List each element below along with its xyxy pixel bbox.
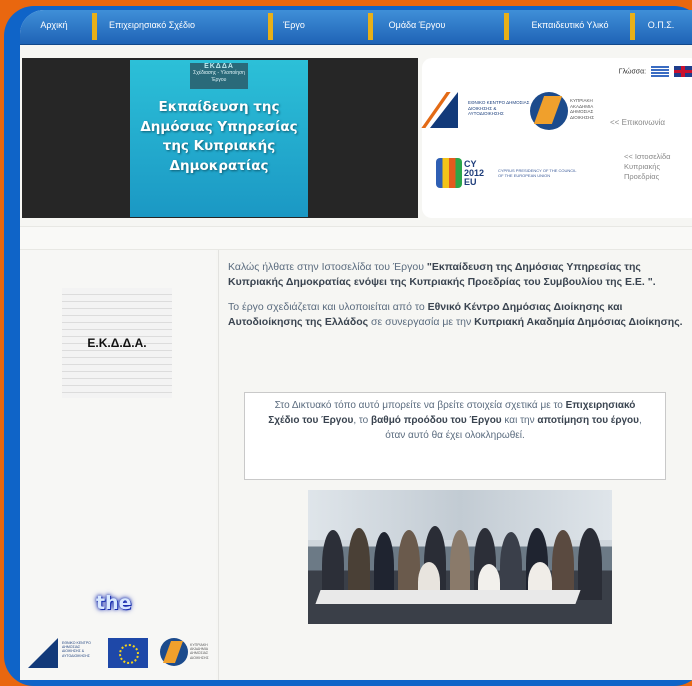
banner-panel: ΕΚΔΔΑ Σχέδιασης - Υλοποίηση Έργου Εκπαίδ… [130, 60, 308, 217]
cy2012-logo: CY 2012 EU CYPRUS PRESIDENCY OF THE COUN… [436, 154, 606, 196]
left-sidebar: Ε.Κ.Δ.Δ.Α. the ΕΘΝΙΚΟ ΚΕΝΤΡΟ ΔΗΜΟΣΙΑΣ ΔΙ… [20, 250, 216, 680]
eu-flag-icon [108, 638, 148, 668]
cypa-logo-text: ΚΥΠΡΙΑΚΗ ΑΚΑΔΗΜΙΑ ΔΗΜΟΣΙΑΣ ΔΙΟΙΚΗΣΗΣ [570, 98, 595, 120]
animated-word: the [96, 592, 132, 614]
device-frame: Αρχική Επιχειρησιακό Σχέδιο Έργο Ομάδα Έ… [0, 0, 692, 686]
welcome-paragraph: Καλώς ήλθατε στην Ιστοσελίδα του Έργου "… [228, 260, 690, 290]
banner-title: Εκπαίδευση της Δημόσιας Υπηρεσίας της Κυ… [140, 99, 298, 174]
info-progress: βαθμό προόδου του Έργου [371, 415, 502, 426]
cy2012-year: CY 2012 EU [464, 160, 484, 187]
project-text-1: Το έργο σχεδιάζεται και υλοποιείται από … [228, 301, 428, 313]
info-box: Στο Δικτυακό τόπο αυτό μπορείτε να βρείτ… [244, 392, 666, 480]
main-nav: Αρχική Επιχειρησιακό Σχέδιο Έργο Ομάδα Έ… [20, 10, 692, 45]
nav-separator [630, 13, 635, 40]
ekdda-tag: ΕΚΔΔΑ Σχέδιασης - Υλοποίηση Έργου [190, 63, 248, 89]
project-text-2: σε συνεργασία με την [368, 316, 475, 328]
ekdda-tag-title: ΕΚΔΔΑ [204, 63, 234, 70]
partners-panel: Γλώσσα: ΕΘΝΙΚΟ ΚΕΝΤΡΟ ΔΗΜΟΣΙΑΣ ΔΙΟΙΚΗΣΗΣ… [421, 58, 692, 218]
ekdda-footer-logo-text: ΕΘΝΙΚΟ ΚΕΝΤΡΟ ΔΗΜΟΣΙΑΣ ΔΙΟΙΚΗΣΗΣ & ΑΥΤΟΔ… [62, 641, 91, 658]
notepad-label: Ε.Κ.Δ.Δ.Α. [87, 336, 147, 350]
cypa-footer-logo-icon [160, 638, 188, 666]
nav-separator [504, 13, 509, 40]
nav-business-plan[interactable]: Επιχειρησιακό Σχέδιο [98, 10, 206, 44]
nav-separator [368, 13, 373, 40]
group-photo [308, 490, 612, 624]
cypa-logo-icon [530, 92, 568, 130]
ekdda-logo-text: ΕΘΝΙΚΟ ΚΕΝΤΡΟ ΔΗΜΟΣΙΑΣ ΔΙΟΙΚΗΣΗΣ & ΑΥΤΟΔ… [468, 100, 530, 116]
nav-training-material[interactable]: Εκπαιδευτικό Υλικό [518, 10, 622, 44]
photo-person [578, 528, 602, 600]
notepad-graphic: Ε.Κ.Δ.Δ.Α. [62, 288, 172, 398]
web-page: Αρχική Επιχειρησιακό Σχέδιο Έργο Ομάδα Έ… [20, 10, 692, 680]
language-label: Γλώσσα: [618, 68, 647, 76]
greek-flag-icon[interactable] [651, 66, 670, 77]
divider-strip [20, 226, 692, 250]
cy2012-mark-icon [436, 158, 462, 188]
info-evaluation: αποτίμηση του έργου [537, 415, 639, 426]
nav-project-team[interactable]: Ομάδα Έργου [374, 10, 460, 44]
ekdda-tag-subtitle: Σχέδιασης - Υλοποίηση Έργου [193, 70, 245, 83]
cy2012-year-bottom: EU [464, 177, 477, 187]
uk-flag-icon[interactable] [674, 66, 692, 77]
main-content: Καλώς ήλθατε στην Ιστοσελίδα του Έργου "… [228, 260, 690, 340]
presidency-website-link[interactable]: << Ιστοσελίδα Κυπριακής Προεδρίας [624, 152, 692, 182]
cypa-footer-logo-text: ΚΥΠΡΙΑΚΗ ΑΚΑΔΗΜΙΑ ΔΗΜΟΣΙΑΣ ΔΙΟΙΚΗΣΗΣ [190, 643, 209, 660]
contact-link[interactable]: << Επικοινωνία [610, 118, 665, 127]
info-text-1: Στο Δικτυακό τόπο αυτό μπορείτε να βρείτ… [274, 400, 566, 411]
ekdda-footer-logo-icon [28, 638, 58, 668]
info-text-2: , το [353, 415, 372, 426]
photo-table [315, 590, 581, 604]
welcome-text: Καλώς ήλθατε στην Ιστοσελίδα του Έργου [228, 261, 427, 273]
column-divider [218, 250, 219, 680]
info-text-3: και την [501, 415, 538, 426]
partner-logos: ΕΘΝΙΚΟ ΚΕΝΤΡΟ ΔΗΜΟΣΙΑΣ ΔΙΟΙΚΗΣΗΣ & ΑΥΤΟΔ… [421, 86, 600, 136]
nav-ops[interactable]: Ο.Π.Σ. [636, 10, 686, 44]
cy2012-description: CYPRUS PRESIDENCY OF THE COUNCIL OF THE … [498, 168, 577, 178]
nav-project[interactable]: Έργο [274, 10, 314, 44]
nav-separator [268, 13, 273, 40]
cypa-name: Κυπριακή Ακαδημία Δημόσιας Διοίκησης. [474, 316, 683, 328]
footer-logos: ΕΘΝΙΚΟ ΚΕΝΤΡΟ ΔΗΜΟΣΙΑΣ ΔΙΟΙΚΗΣΗΣ & ΑΥΤΟΔ… [28, 638, 218, 674]
nav-separator [92, 13, 97, 40]
project-paragraph: Το έργο σχεδιάζεται και υλοποιείται από … [228, 300, 690, 330]
hero-banner: ΕΚΔΔΑ Σχέδιασης - Υλοποίηση Έργου Εκπαίδ… [22, 58, 418, 218]
language-selector: Γλώσσα: [619, 66, 692, 77]
nav-home[interactable]: Αρχική [24, 10, 84, 44]
